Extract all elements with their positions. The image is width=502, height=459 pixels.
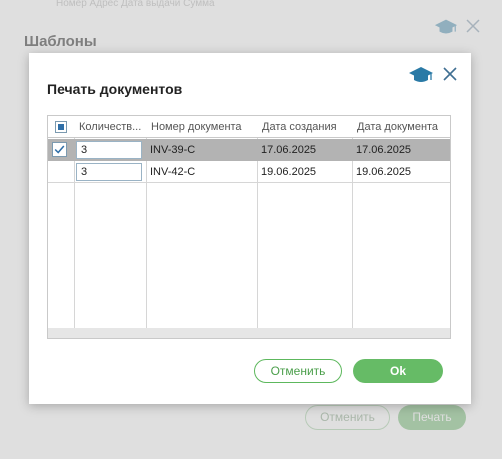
row-checkbox[interactable] (52, 142, 67, 157)
close-icon[interactable] (442, 66, 458, 82)
partial-check-mark (58, 124, 64, 130)
column-header-quantity[interactable]: Количеств... (75, 116, 146, 138)
print-documents-dialog: Печать документов Количеств... Номер док… (29, 53, 471, 404)
horizontal-scrollbar[interactable] (48, 328, 450, 338)
documents-grid: Количеств... Номер документа Дата создан… (47, 115, 451, 339)
doc-date-cell: 17.06.2025 (356, 144, 412, 156)
doc-number-cell: INV-42-C (150, 166, 196, 178)
dialog-title: Печать документов (47, 81, 183, 97)
doc-number-cell: INV-39-C (150, 144, 196, 156)
created-date-cell: 17.06.2025 (261, 144, 317, 156)
cancel-button[interactable]: Отменить (254, 359, 342, 383)
check-icon (54, 145, 65, 154)
column-header-created[interactable]: Дата создания (258, 116, 352, 138)
doc-date-cell: 19.06.2025 (356, 166, 412, 178)
graduation-cap-icon[interactable] (408, 65, 434, 85)
quantity-input[interactable] (76, 141, 142, 159)
table-row[interactable]: INV-39-C 17.06.2025 17.06.2025 (48, 139, 450, 161)
grid-header: Количеств... Номер документа Дата создан… (48, 116, 450, 138)
table-row[interactable]: INV-42-C 19.06.2025 19.06.2025 (48, 161, 450, 183)
column-header-doc-number[interactable]: Номер документа (147, 116, 257, 138)
column-header-doc-date[interactable]: Дата документа (353, 116, 450, 138)
created-date-cell: 19.06.2025 (261, 166, 317, 178)
ok-button[interactable]: Ok (353, 359, 443, 383)
select-all-checkbox[interactable] (55, 121, 67, 133)
quantity-input[interactable] (76, 163, 142, 181)
